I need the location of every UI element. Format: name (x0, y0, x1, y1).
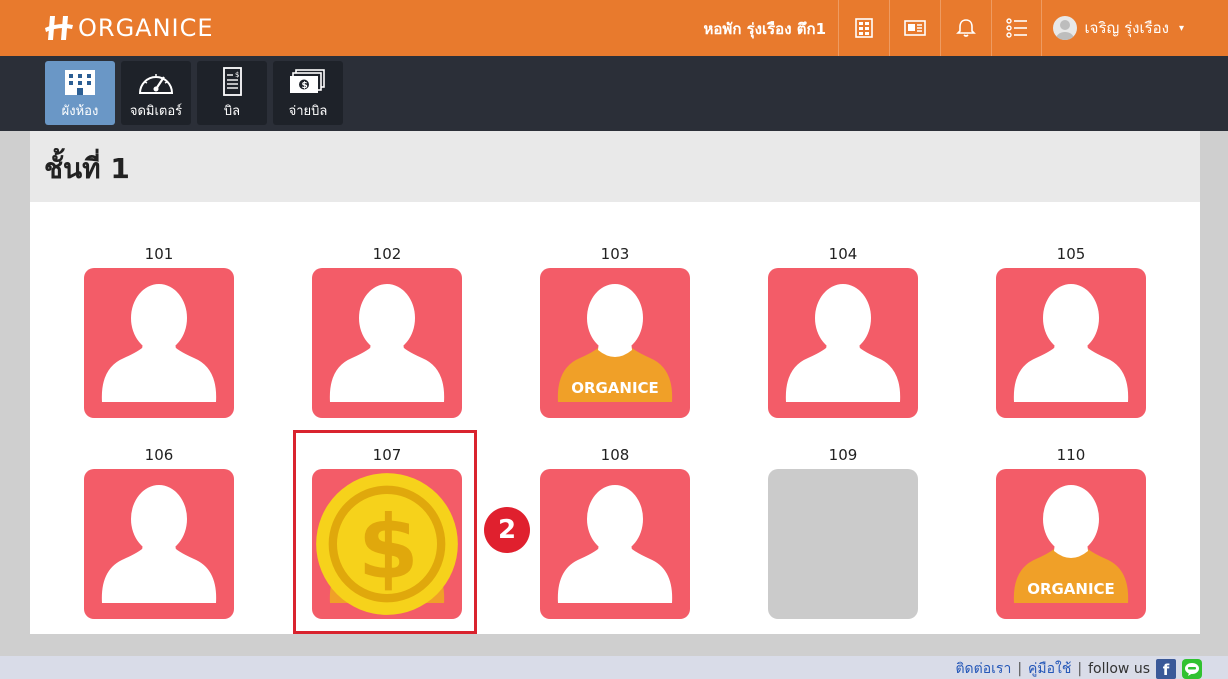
tool-bill[interactable]: $ บิล (197, 61, 267, 125)
room-103[interactable]: 103 ORGANICE (540, 244, 690, 418)
list-icon[interactable] (991, 0, 1042, 56)
floor-header: ชั้นที่ 1 (30, 131, 1200, 202)
room-number: 108 (600, 446, 630, 464)
newspaper-icon[interactable] (889, 0, 940, 56)
tool-meter-reading[interactable]: จดมิเตอร์ (121, 61, 191, 125)
room-card[interactable] (768, 469, 918, 619)
tenant-silhouette-icon (101, 284, 217, 402)
room-number: 101 (144, 245, 174, 263)
money-icon: $ (290, 69, 325, 93)
footer-separator: | (1077, 661, 1083, 677)
follow-us-text: follow us (1088, 661, 1150, 677)
grid-icon[interactable] (838, 0, 889, 56)
step-badge: 2 (484, 507, 530, 553)
room-card[interactable] (996, 268, 1146, 418)
room-number: 106 (144, 446, 174, 464)
page-title: ชั้นที่ 1 (44, 152, 130, 185)
tool-room-plan[interactable]: ผังห้อง (45, 61, 115, 125)
room-number: 104 (828, 245, 858, 263)
room-grid: 101102103ORGANICE104105106107ORGANICE$10… (30, 202, 1200, 634)
room-106[interactable]: 106 (84, 445, 234, 619)
user-name: เจริญ รุ่งเรือง (1084, 19, 1169, 37)
building-icon (65, 70, 95, 95)
room-number: 103 (600, 245, 630, 263)
room-number: 109 (828, 446, 858, 464)
room-number: 110 (1056, 446, 1086, 464)
gauge-icon (138, 74, 174, 94)
chevron-down-icon: ▾ (1178, 22, 1184, 34)
room-card[interactable] (768, 268, 918, 418)
room-card[interactable] (312, 268, 462, 418)
logo-text: ORGANICE (78, 14, 214, 42)
user-menu[interactable]: เจริญ รุ่งเรือง ▾ (1052, 0, 1184, 56)
tool-label: ผังห้อง (61, 104, 99, 119)
manual-link[interactable]: คู่มือใช้ (1028, 658, 1071, 679)
room-108[interactable]: 108 (540, 445, 690, 619)
shirt-logo-text: ORGANICE (1027, 580, 1115, 598)
line-icon[interactable] (1182, 659, 1202, 679)
svg-text:$: $ (302, 81, 308, 91)
organice-logo[interactable]: ORGANICE (44, 13, 214, 43)
dorm-name[interactable]: หอพัก รุ่งเรือง ตึก1 (704, 17, 826, 41)
tool-label: จ่ายบิล (288, 104, 328, 119)
room-101[interactable]: 101 (84, 244, 234, 418)
tool-label: บิล (223, 104, 241, 119)
svg-text:$: $ (235, 71, 239, 79)
room-number: 102 (372, 245, 402, 263)
room-number: 105 (1056, 245, 1086, 263)
avatar (1052, 16, 1077, 40)
bell-icon[interactable] (940, 0, 991, 56)
top-navbar: ORGANICE หอพัก รุ่งเรือง ตึก1 เจริญ รุ่ง… (0, 0, 1228, 56)
footer: ติดต่อเรา | คู่มือใช้ | follow us f (0, 656, 1228, 679)
room-102[interactable]: 102 (312, 244, 462, 418)
room-card[interactable]: ORGANICE (996, 469, 1146, 619)
footer-separator: | (1017, 661, 1023, 677)
room-107-highlight (293, 430, 477, 634)
tool-label: จดมิเตอร์ (129, 104, 183, 119)
tenant-silhouette-icon (329, 284, 445, 402)
logo-mark-icon (45, 16, 73, 40)
main-toolbar: ผังห้อง จดมิเตอร์ $ บิล $ จ่ายบิล (0, 56, 1228, 131)
bill-icon: $ (223, 67, 242, 96)
room-card[interactable] (540, 469, 690, 619)
tool-pay-bill[interactable]: $ จ่ายบิล (273, 61, 343, 125)
room-card[interactable] (84, 268, 234, 418)
shirt-logo-text: ORGANICE (571, 379, 659, 397)
room-110[interactable]: 110 ORGANICE (996, 445, 1146, 619)
room-105[interactable]: 105 (996, 244, 1146, 418)
tenant-silhouette-icon (785, 284, 901, 402)
contact-link[interactable]: ติดต่อเรา (955, 658, 1011, 679)
tenant-silhouette-icon (101, 485, 217, 603)
room-card[interactable] (84, 469, 234, 619)
facebook-icon[interactable]: f (1156, 659, 1176, 679)
room-109[interactable]: 109 (768, 445, 918, 619)
room-104[interactable]: 104 (768, 244, 918, 418)
room-card[interactable]: ORGANICE (540, 268, 690, 418)
tenant-silhouette-icon (557, 485, 673, 603)
tenant-silhouette-icon (1013, 284, 1129, 402)
